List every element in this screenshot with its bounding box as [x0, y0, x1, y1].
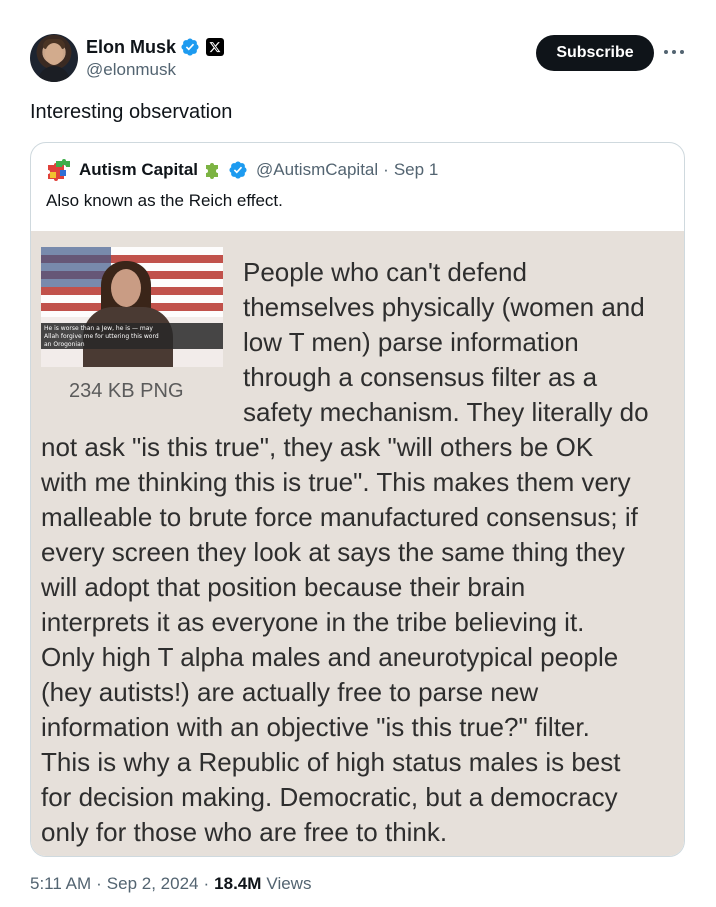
- footer-separator: ·: [96, 874, 102, 893]
- author-name-row: Elon Musk: [86, 36, 225, 58]
- meme-text-line: information with an objective "is this t…: [41, 712, 590, 742]
- verified-badge-icon: [181, 38, 199, 56]
- meme-text-line: not ask "is this true", they ask "will o…: [41, 432, 594, 462]
- meme-text-line: malleable to brute force manufactured co…: [41, 502, 638, 532]
- views-label: Views: [266, 874, 312, 893]
- meme-text-line: for decision making. Democratic, but a d…: [41, 782, 618, 812]
- quoted-tweet-header: Autism Capital @AutismCapital · Sep 1: [46, 159, 438, 181]
- quoted-tweet[interactable]: Autism Capital @AutismCapital · Sep 1 Al…: [30, 142, 685, 857]
- meme-text-line: every screen they look at says the same …: [41, 537, 625, 567]
- post-date[interactable]: Sep 2, 2024: [107, 874, 199, 894]
- meme-text-line: with me thinking this is true". This mak…: [41, 467, 631, 497]
- meme-text-line: themselves physically (women and: [243, 292, 645, 322]
- meme-text-line: only for those who are free to think.: [41, 817, 448, 847]
- footer-separator: ·: [203, 874, 210, 893]
- quoted-verified-badge-icon: [229, 161, 247, 179]
- post-time[interactable]: 5:11 AM: [30, 874, 91, 894]
- meme-text-line: People who can't defend: [243, 257, 527, 287]
- green-puzzle-icon: [206, 163, 219, 179]
- meme-text-line: through a consensus filter as a: [243, 362, 598, 392]
- meme-text: People who can't defend themselves physi…: [31, 231, 684, 856]
- more-options-icon[interactable]: [664, 42, 684, 62]
- meme-text-line: safety mechanism. They literally do: [243, 397, 649, 427]
- avatar[interactable]: [30, 34, 78, 82]
- tweet-text: Interesting observation: [30, 101, 233, 123]
- author-handle[interactable]: @elonmusk: [86, 60, 176, 80]
- meme-text-line: This is why a Republic of high status ma…: [41, 747, 621, 777]
- quoted-handle[interactable]: @AutismCapital: [256, 160, 378, 180]
- quoted-date-separator: ·: [383, 160, 389, 179]
- x-logo-icon: [206, 38, 225, 56]
- views-count[interactable]: 18.4M: [214, 874, 261, 894]
- puzzle-avatar-icon: [48, 159, 70, 181]
- meme-text-line: (hey autists!) are actually free to pars…: [41, 677, 539, 707]
- meme-text-line: will adopt that position because their b…: [41, 572, 526, 602]
- subscribe-button[interactable]: Subscribe: [536, 35, 654, 71]
- meme-text-line: Only high T alpha males and aneurotypica…: [41, 642, 619, 672]
- quoted-tweet-text: Also known as the Reich effect.: [46, 191, 283, 210]
- meme-text-line: low T men) parse information: [243, 327, 579, 357]
- meme-text-line: interprets it as everyone in the tribe b…: [41, 607, 585, 637]
- tweet-header: Elon Musk @elonmusk Subscribe: [30, 34, 686, 84]
- tweet-footer: 5:11 AM · Sep 2, 2024 · 18.4M Views: [30, 874, 311, 894]
- quoted-date[interactable]: Sep 1: [394, 160, 438, 180]
- author-display-name[interactable]: Elon Musk: [86, 37, 176, 58]
- quoted-display-name[interactable]: Autism Capital: [79, 160, 198, 180]
- quoted-image[interactable]: He is worse than a Jew, he is — may Alla…: [31, 231, 684, 856]
